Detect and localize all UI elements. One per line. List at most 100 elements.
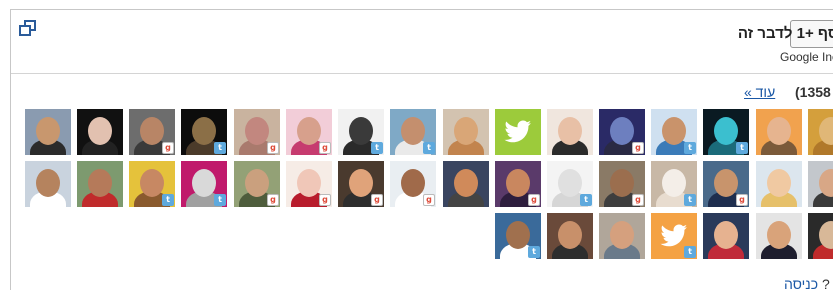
avatar[interactable]: t: [181, 109, 227, 155]
avatar[interactable]: [547, 213, 593, 259]
avatar-face: [506, 221, 530, 249]
twitter-badge-icon: t: [528, 246, 540, 258]
google-badge-icon: g: [632, 142, 644, 154]
avatar[interactable]: t: [390, 109, 436, 155]
avatar-face: [558, 169, 582, 197]
twitter-badge-icon: t: [214, 142, 226, 154]
avatar[interactable]: g: [129, 109, 175, 155]
avatar[interactable]: g: [338, 161, 384, 207]
avatar[interactable]: [756, 213, 802, 259]
avatar-face: [140, 117, 164, 145]
avatar[interactable]: g: [234, 161, 280, 207]
avatar-face: [297, 117, 321, 145]
google-badge-icon: g: [528, 194, 540, 206]
avatar-face: [192, 169, 216, 197]
plusone-count: (1358: [795, 84, 831, 100]
avatar[interactable]: g: [390, 161, 436, 207]
count-row: (1358 עוד »: [11, 84, 833, 104]
avatar[interactable]: [808, 213, 833, 259]
avatar-face: [558, 117, 582, 145]
avatar[interactable]: [25, 109, 71, 155]
avatar[interactable]: [495, 109, 541, 155]
avatar[interactable]: t: [651, 213, 697, 259]
popout-icon[interactable]: [19, 20, 36, 36]
twitter-badge-icon: t: [214, 194, 226, 206]
avatar-face: [767, 221, 791, 249]
avatar-face: [714, 221, 738, 249]
google-badge-icon: g: [267, 142, 279, 154]
avatar[interactable]: [443, 161, 489, 207]
avatar-face: [349, 169, 373, 197]
twitter-badge-icon: t: [371, 142, 383, 154]
avatar[interactable]: [547, 109, 593, 155]
avatar-face: [610, 117, 634, 145]
google-badge-icon: g: [267, 194, 279, 206]
avatar[interactable]: g: [234, 109, 280, 155]
avatar[interactable]: [808, 161, 833, 207]
avatar[interactable]: [443, 109, 489, 155]
avatar-face: [140, 169, 164, 197]
google-badge-icon: g: [371, 194, 383, 206]
avatar-face: [714, 169, 738, 197]
avatar[interactable]: [599, 213, 645, 259]
avatar-face: [88, 117, 112, 145]
avatar[interactable]: [808, 109, 833, 155]
avatar[interactable]: t: [338, 109, 384, 155]
google-badge-icon: g: [319, 142, 331, 154]
avatar[interactable]: g: [599, 109, 645, 155]
google-badge-icon: g: [632, 194, 644, 206]
google-badge-icon: g: [736, 194, 748, 206]
twitter-badge-icon: t: [684, 194, 696, 206]
avatar-face: [245, 117, 269, 145]
avatar-face: [610, 169, 634, 197]
signin-row: ? כניסה: [784, 276, 830, 290]
avatar[interactable]: t: [547, 161, 593, 207]
avatar-face: [349, 117, 373, 145]
avatar-face: [558, 221, 582, 249]
avatar-face: [767, 117, 791, 145]
avatar-face: [36, 169, 60, 197]
avatar-face: [610, 221, 634, 249]
avatar-face: [454, 169, 478, 197]
avatar-face: [506, 169, 530, 197]
publisher-label: Google Inc: [780, 50, 833, 64]
avatar[interactable]: t: [495, 213, 541, 259]
avatar[interactable]: t: [651, 161, 697, 207]
avatar[interactable]: [703, 213, 749, 259]
signin-link[interactable]: כניסה: [784, 276, 818, 290]
avatar[interactable]: g: [286, 161, 332, 207]
avatar[interactable]: [756, 161, 802, 207]
avatar[interactable]: t: [651, 109, 697, 155]
avatar-face: [192, 117, 216, 145]
google-badge-icon: g: [162, 142, 174, 154]
avatar-face: [297, 169, 321, 197]
avatar-face: [88, 169, 112, 197]
avatar[interactable]: [77, 109, 123, 155]
signin-question: ?: [821, 276, 830, 290]
avatar-face: [401, 117, 425, 145]
avatar[interactable]: t: [703, 109, 749, 155]
widget-header: הוסף +1 לדבר זה Google Inc: [11, 10, 833, 74]
avatar-face: [401, 169, 425, 197]
avatar-face: [454, 117, 478, 145]
avatar[interactable]: g: [495, 161, 541, 207]
avatar[interactable]: [25, 161, 71, 207]
avatar[interactable]: t: [129, 161, 175, 207]
avatar[interactable]: g: [286, 109, 332, 155]
twitter-badge-icon: t: [423, 142, 435, 154]
avatar[interactable]: [77, 161, 123, 207]
avatar-face: [36, 117, 60, 145]
avatar[interactable]: g: [599, 161, 645, 207]
twitter-badge-icon: t: [736, 142, 748, 154]
google-badge-icon: g: [319, 194, 331, 206]
more-link[interactable]: עוד »: [744, 84, 775, 100]
avatar[interactable]: g: [703, 161, 749, 207]
plusone-widget: הוסף +1 לדבר זה Google Inc (1358 עוד » g…: [10, 9, 833, 290]
avatar-face: [767, 169, 791, 197]
avatar[interactable]: t: [181, 161, 227, 207]
plusone-button[interactable]: הוסף +1 לדבר זה: [738, 20, 833, 48]
twitter-badge-icon: t: [684, 246, 696, 258]
avatar[interactable]: [756, 109, 802, 155]
avatar-face: [245, 169, 269, 197]
avatar-face: [662, 169, 686, 197]
